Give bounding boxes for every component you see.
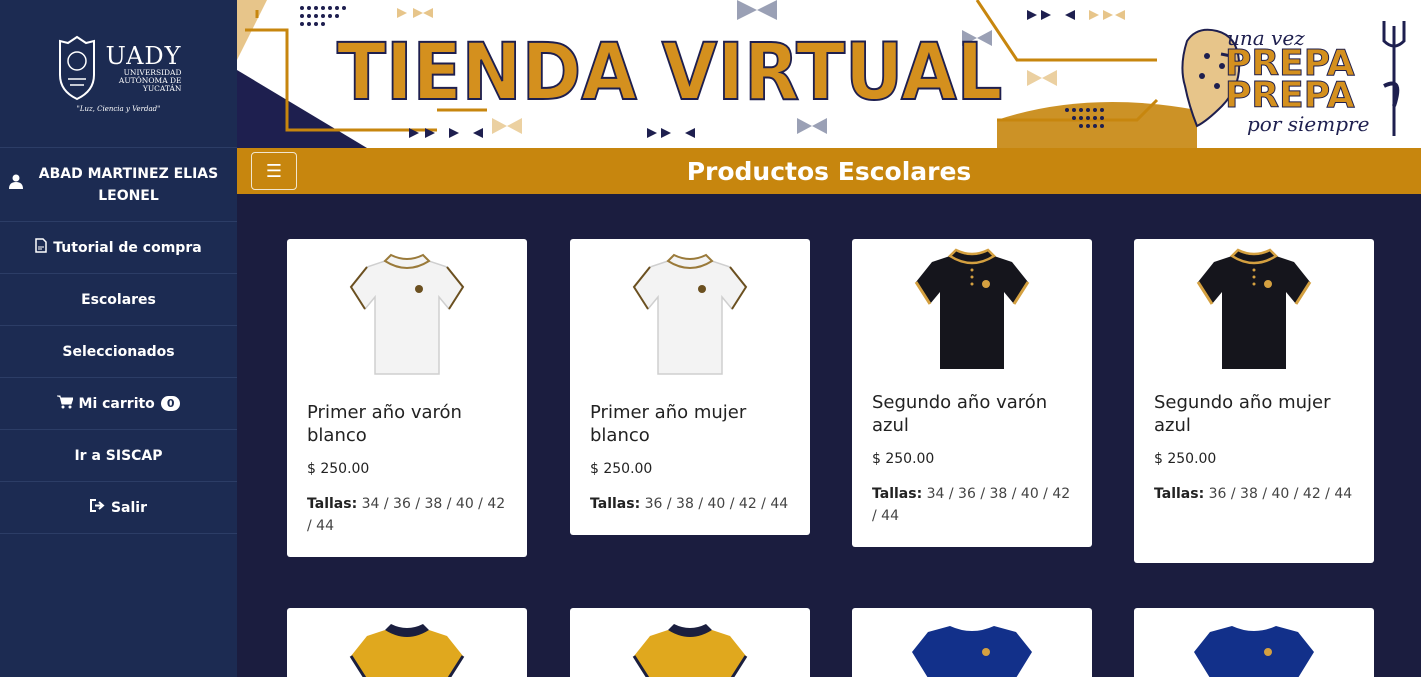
sidebar-item-label: Escolares [81, 291, 156, 308]
product-name[interactable]: Segundo año varón azul [872, 391, 1072, 437]
page-title: Productos Escolares [686, 156, 972, 186]
product-price: $ 250.00 [307, 461, 370, 477]
product-card[interactable]: Segundo año mujer azul $ 250.00 Tallas: … [1134, 239, 1374, 563]
sidebar-item-label: Salir [110, 499, 148, 516]
brand-line-2: PREPA [1225, 75, 1356, 116]
product-sizes: Tallas: 36 / 38 / 40 / 42 / 44 [1154, 486, 1353, 502]
sidebar-item-siscap[interactable]: Ir a SISCAP [0, 430, 237, 482]
menu-toggle-button[interactable]: ☰ [251, 152, 297, 190]
logo-subtitle: UNIVERSIDAD AUTÓNOMA DE YUCATÁN [118, 67, 182, 93]
polo-shirt-image [349, 253, 465, 375]
pdf-icon [35, 238, 48, 257]
polo-shirt-image [1196, 248, 1312, 369]
logout-icon [89, 499, 105, 516]
sidebar-item-label: Seleccionados [62, 343, 175, 360]
sidebar-item-label: Ir a SISCAP [74, 447, 163, 464]
product-name[interactable]: Segundo año mujer azul [1154, 391, 1354, 437]
cart-count-badge: 0 [160, 396, 181, 411]
product-price: $ 250.00 [590, 461, 653, 477]
cart-icon [56, 395, 74, 413]
sidebar-user[interactable]: ABAD MARTINEZ ELIAS LEONEL [0, 148, 237, 222]
product-name[interactable]: Primer año varón blanco [307, 401, 507, 447]
logo-name: UADY [105, 41, 182, 70]
logo-area: UADY UNIVERSIDAD AUTÓNOMA DE YUCATÁN "Lu… [0, 0, 237, 148]
user-icon [8, 174, 23, 196]
sidebar-item-tutorial[interactable]: Tutorial de compra [0, 222, 237, 274]
polo-shirt-image [349, 624, 465, 677]
tshirt-image [912, 626, 1032, 677]
tshirt-image [1194, 626, 1314, 677]
product-card[interactable] [570, 608, 810, 677]
product-price: $ 250.00 [872, 451, 935, 467]
user-name: ABAD MARTINEZ ELIAS LEONEL [38, 165, 219, 204]
product-card[interactable] [1134, 608, 1374, 677]
store-banner: TIENDA VIRTUAL una vez PREPA PREPA por s… [237, 0, 1421, 148]
sidebar-item-salir[interactable]: Salir [0, 482, 237, 534]
product-image[interactable] [852, 239, 1092, 379]
product-card[interactable] [287, 608, 527, 677]
hamburger-icon: ☰ [265, 160, 283, 182]
sidebar-item-seleccionados[interactable]: Seleccionados [0, 326, 237, 378]
product-card[interactable] [852, 608, 1092, 677]
product-price: $ 250.00 [1154, 451, 1217, 467]
uady-logo[interactable]: UADY UNIVERSIDAD AUTÓNOMA DE YUCATÁN "Lu… [56, 35, 182, 113]
product-sizes: Tallas: 34 / 36 / 38 / 40 / 42 / 44 [872, 486, 1071, 524]
title-bar: ☰ Productos Escolares [237, 148, 1421, 194]
polo-shirt-image [914, 248, 1030, 369]
product-sizes: Tallas: 36 / 38 / 40 / 42 / 44 [590, 496, 789, 512]
sidebar: UADY UNIVERSIDAD AUTÓNOMA DE YUCATÁN "Lu… [0, 0, 237, 677]
polo-shirt-image [632, 624, 748, 677]
product-card[interactable]: Segundo año varón azul $ 250.00 Tallas: … [852, 239, 1092, 547]
crest-icon [58, 35, 95, 100]
polo-shirt-image [632, 253, 748, 375]
trident-icon [1382, 21, 1406, 136]
sidebar-item-carrito[interactable]: Mi carrito 0 [0, 378, 237, 430]
sidebar-item-escolares[interactable]: Escolares [0, 274, 237, 326]
sidebar-item-label: Tutorial de compra [53, 239, 202, 256]
logo-motto: "Luz, Ciencia y Verdad" [76, 104, 161, 113]
product-card[interactable]: Primer año mujer blanco $ 250.00 Tallas:… [570, 239, 810, 535]
sidebar-item-label: Mi carrito [78, 395, 155, 412]
product-image[interactable] [1134, 239, 1374, 379]
banner-title: TIENDA VIRTUAL [336, 27, 1003, 119]
product-image[interactable] [570, 239, 810, 389]
prepa-brand: una vez PREPA PREPA por siempre [1177, 16, 1409, 140]
product-image[interactable] [287, 239, 527, 389]
product-sizes: Tallas: 34 / 36 / 38 / 40 / 42 / 44 [307, 496, 506, 534]
product-grid: Primer año varón blanco $ 250.00 Tallas:… [237, 194, 1421, 677]
product-name[interactable]: Primer año mujer blanco [590, 401, 790, 447]
brand-foot-text: por siempre [1247, 112, 1370, 136]
product-card[interactable]: Primer año varón blanco $ 250.00 Tallas:… [287, 239, 527, 557]
